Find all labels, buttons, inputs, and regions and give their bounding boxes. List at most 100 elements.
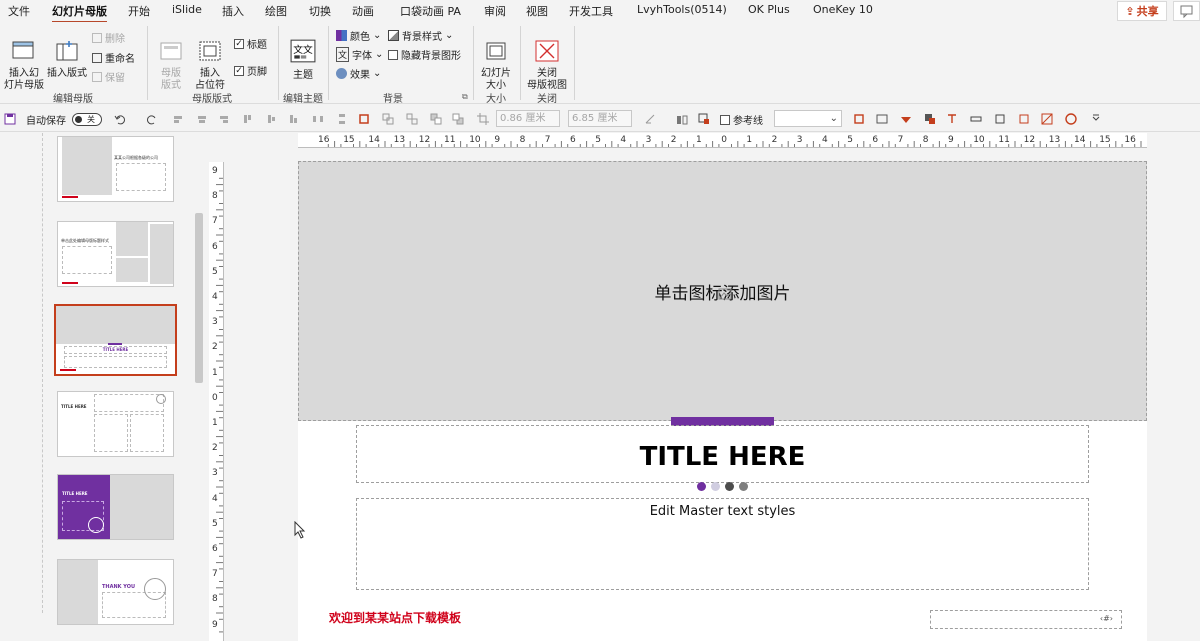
tab-file[interactable]: 文件 — [8, 3, 30, 19]
thumb-image-area — [56, 306, 175, 344]
tab-okplus[interactable]: OK Plus — [748, 3, 790, 16]
align-center-icon[interactable] — [196, 113, 208, 125]
align-middle-icon[interactable] — [266, 113, 278, 125]
tab-animations[interactable]: 动画 — [352, 3, 374, 19]
insert-layout-icon — [56, 41, 78, 61]
slide-thumbnail[interactable]: THANK YOU — [57, 559, 174, 625]
background-styles-dropdown[interactable]: 背景样式 ⌄ — [388, 28, 453, 43]
ruler-label: 8 — [519, 135, 526, 145]
tab-view[interactable]: 视图 — [526, 3, 548, 19]
autosave-toggle[interactable]: 关 — [72, 113, 102, 126]
height-input[interactable]: 0.86 厘米 — [496, 110, 560, 127]
distribute-h-icon[interactable] — [312, 113, 324, 125]
font-size-dropdown[interactable]: ⌄ — [774, 110, 842, 127]
picture-placeholder[interactable]: 单击图标添加图片 — [298, 161, 1147, 421]
align-left-icon[interactable] — [172, 113, 184, 125]
undo-icon[interactable] — [114, 113, 126, 125]
group-icon[interactable] — [382, 113, 394, 125]
thumb-content — [94, 394, 164, 412]
red-frame-icon[interactable] — [1018, 113, 1030, 125]
insert-layout-button[interactable]: 插入版式 — [46, 28, 88, 80]
diagonal-tool-icon[interactable] — [1041, 113, 1053, 125]
tab-slide-master[interactable]: 幻灯片母版 — [52, 3, 107, 23]
customize-toolbar-icon[interactable] — [1090, 111, 1102, 123]
title-placeholder[interactable]: TITLE HERE — [356, 425, 1089, 483]
effects-dropdown[interactable]: 效果 ⌄ — [336, 66, 381, 81]
vertical-ruler[interactable]: 9 8 7 6 5 4 3 2 1 0 1 2 3 4 5 6 7 8 9 — [209, 162, 224, 641]
bring-forward-icon[interactable] — [430, 113, 442, 125]
slide-thumbnail[interactable]: 单击此处编辑母版标题样式 — [57, 221, 174, 287]
distribute-v-icon[interactable] — [336, 113, 348, 125]
ruler-label: 9 — [948, 135, 954, 145]
delete-button[interactable]: 删除 — [92, 30, 125, 45]
tab-home[interactable]: 开始 — [128, 3, 150, 19]
slide-canvas[interactable]: 单击图标添加图片 TITLE HERE Edit Master text sty… — [298, 161, 1147, 641]
ruler-label: 13 — [1048, 135, 1061, 145]
align-top-icon[interactable] — [242, 113, 254, 125]
tab-draw[interactable]: 绘图 — [265, 3, 287, 19]
align-bottom-icon[interactable] — [288, 113, 300, 125]
ruler-label: 1 — [212, 367, 218, 378]
slide-thumbnail-selected[interactable]: TITLE HERE — [54, 304, 177, 376]
share-button[interactable]: ⇪ 共享 — [1117, 1, 1167, 21]
tab-transitions[interactable]: 切换 — [309, 3, 331, 19]
insert-placeholder-button[interactable]: 插入 占位符 — [190, 28, 230, 92]
ruler-label: 2 — [212, 443, 218, 454]
width-input[interactable]: 6.85 厘米 — [568, 110, 632, 127]
tab-lvyhtools[interactable]: LvyhTools(0514) — [637, 3, 727, 16]
rename-button[interactable]: 重命名 — [92, 50, 135, 65]
ruler-label: 0 — [212, 392, 218, 403]
colors-dropdown[interactable]: 颜色 ⌄ — [336, 28, 381, 43]
tab-pocket-animation[interactable]: 口袋动画 PA — [400, 3, 461, 19]
footer-text[interactable]: 欢迎到某某站点下载模板 — [329, 609, 461, 626]
comments-button[interactable] — [1173, 1, 1200, 21]
footer-checkbox[interactable]: ✓ 页脚 — [234, 63, 267, 78]
format-painter-icon[interactable] — [698, 113, 710, 125]
tab-insert[interactable]: 插入 — [222, 3, 244, 19]
shape-outline-icon[interactable] — [358, 113, 370, 125]
square-tool-icon[interactable] — [994, 113, 1006, 125]
thumb-footer — [62, 282, 78, 284]
redo-icon[interactable] — [146, 113, 158, 125]
tab-review[interactable]: 审阅 — [484, 3, 506, 19]
hide-background-checkbox[interactable]: 隐藏背景图形 — [388, 47, 461, 62]
text-box-icon[interactable] — [946, 113, 958, 125]
slide-thumbnail[interactable]: TITLE HERE — [57, 391, 174, 457]
themes-button[interactable]: 文文 主题 — [284, 26, 322, 82]
slide-thumbnail[interactable]: TITLE HERE — [57, 474, 174, 540]
thumb-footer — [62, 196, 78, 198]
fonts-dropdown[interactable]: 文 字体 ⌄ — [336, 47, 383, 62]
body-text-placeholder[interactable]: Edit Master text styles — [356, 498, 1089, 590]
crop-icon[interactable] — [477, 113, 489, 125]
tab-onekey[interactable]: OneKey 10 — [813, 3, 873, 16]
rotate-icon[interactable] — [644, 113, 656, 125]
thumbnail-scrollbar[interactable] — [193, 133, 205, 641]
layer-icon[interactable] — [924, 113, 936, 125]
preserve-button[interactable]: 保留 — [92, 69, 125, 84]
red-shape-icon[interactable] — [900, 113, 912, 125]
flip-icon[interactable] — [676, 113, 688, 125]
save-icon[interactable] — [4, 113, 16, 125]
insert-slide-master-button[interactable]: 插入幻 灯片母版 — [3, 28, 45, 92]
red-circle-icon[interactable] — [1065, 113, 1077, 125]
master-layout-button[interactable]: 母版 版式 — [154, 28, 188, 92]
close-master-view-button[interactable]: 关闭 母版视图 — [524, 28, 570, 92]
guides-checkbox[interactable]: 参考线 — [720, 112, 763, 127]
slide-number-placeholder[interactable]: ‹#› — [930, 610, 1122, 629]
ruler-tool-icon[interactable] — [970, 113, 982, 125]
image-tool-icon[interactable] — [876, 113, 888, 125]
ungroup-icon[interactable] — [406, 113, 418, 125]
dialog-launcher-icon[interactable]: ⧉ — [462, 92, 468, 102]
scrollbar-thumb[interactable] — [195, 213, 203, 383]
align-right-icon[interactable] — [218, 113, 230, 125]
red-rect-icon[interactable] — [853, 113, 865, 125]
insert-picture-icon[interactable] — [718, 288, 732, 300]
slide-size-button[interactable]: 幻灯片 大小 — [476, 28, 516, 92]
horizontal-ruler[interactable]: 16 15 14 13 12 11 10 9 8 7 6 5 4 3 2 1 0 1 2 3 4 5 6 7 8 9 10 11 12 1… — [298, 133, 1147, 148]
slide-thumbnail[interactable]: 某某公司根据各级的公司 — [57, 136, 174, 202]
tab-islide[interactable]: iSlide — [172, 3, 202, 16]
send-backward-icon[interactable] — [452, 113, 464, 125]
thumb-content — [94, 414, 128, 452]
tab-developer[interactable]: 开发工具 — [569, 3, 613, 19]
title-checkbox[interactable]: ✓ 标题 — [234, 36, 267, 51]
